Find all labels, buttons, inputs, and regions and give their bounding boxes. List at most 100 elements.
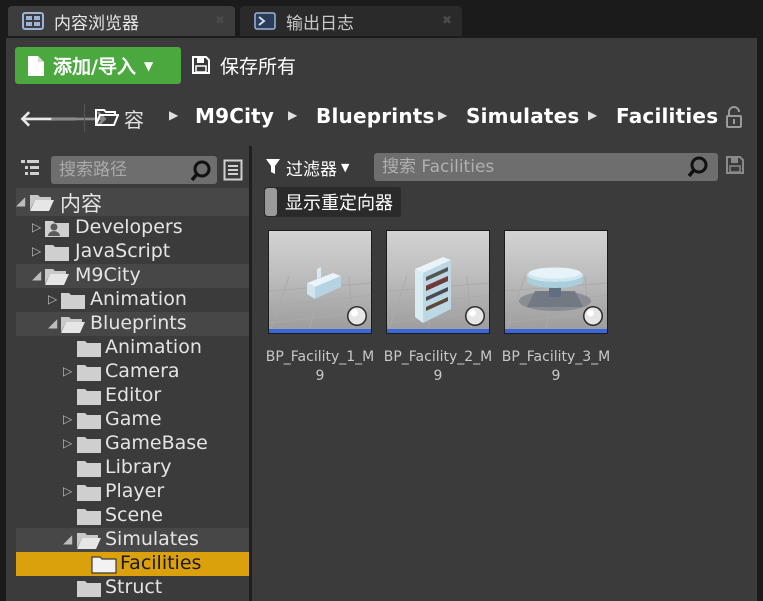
folder-icon: [61, 293, 85, 309]
tree-item-blueprints[interactable]: ◢ Blueprints: [16, 312, 249, 336]
expanded-arrow-icon[interactable]: ◢: [16, 194, 28, 208]
collapsed-arrow-icon[interactable]: ▷: [32, 220, 44, 234]
close-icon[interactable]: ✖: [215, 13, 225, 27]
tab-content-browser[interactable]: 内容浏览器 ✖: [8, 6, 235, 36]
panel-splitter[interactable]: [249, 146, 252, 601]
tree-item-m9city[interactable]: ◢ M9City: [16, 264, 249, 288]
collapsed-arrow-icon[interactable]: ▷: [63, 484, 75, 498]
tree-item-game[interactable]: ▷ Game: [16, 408, 249, 432]
divider: [84, 104, 85, 132]
chevron-right-icon[interactable]: ▶: [438, 108, 447, 122]
tree-item-scene[interactable]: Scene: [16, 504, 249, 528]
tree-item-animation[interactable]: ▷ Animation: [16, 288, 249, 312]
tree-item-developers[interactable]: ▷ Developers: [16, 216, 249, 240]
tree-item-label: Camera: [105, 360, 180, 382]
tree-item-simulates[interactable]: ◢ Simulates: [16, 528, 249, 552]
tree-item-label: Struct: [105, 576, 163, 598]
filter-icon: [266, 159, 280, 174]
tree-item-javascript[interactable]: ▷ JavaScript: [16, 240, 249, 264]
tree-search-row: [6, 150, 248, 184]
asset-name: BP_Facility_3_M9: [501, 349, 611, 384]
folder-icon: [77, 461, 101, 477]
save-all-button[interactable]: 保存所有: [192, 50, 296, 80]
save-icon: [192, 56, 210, 74]
save-search-icon[interactable]: [726, 156, 744, 174]
breadcrumb-item[interactable]: Simulates: [466, 104, 580, 128]
tree-item-content-root[interactable]: ◢ 内容: [16, 188, 249, 216]
material-sphere-icon: [583, 306, 603, 326]
folder-open-icon[interactable]: [95, 108, 119, 126]
lock-icon[interactable]: [724, 106, 744, 128]
tree-item-label: JavaScript: [75, 240, 171, 262]
folder-tree-panel: ◢ 内容 ▷ Developers ▷ JavaScript ◢ M9City …: [6, 146, 249, 601]
collapsed-arrow-icon[interactable]: ▷: [48, 292, 60, 306]
folder-open-icon: [30, 195, 54, 211]
search-assets-input[interactable]: [374, 153, 718, 181]
material-sphere-icon: [347, 306, 367, 326]
folder-icon: [77, 437, 101, 453]
tree-item-label: Player: [105, 480, 165, 502]
add-import-button[interactable]: 添加/导入 ▼: [15, 47, 181, 84]
tree-item-label: Facilities: [120, 552, 202, 574]
tree-item-label: Animation: [90, 288, 187, 310]
tree-item-label: Editor: [105, 384, 162, 406]
expanded-arrow-icon[interactable]: ◢: [48, 316, 60, 330]
filters-button[interactable]: 过滤器 ▼: [266, 154, 349, 180]
material-sphere-icon: [465, 306, 485, 326]
breadcrumb-item[interactable]: Blueprints: [316, 104, 435, 128]
tree-item-facilities[interactable]: Facilities: [16, 552, 249, 576]
tree-item-blueprints-animation[interactable]: Animation: [16, 336, 249, 360]
new-document-icon: [28, 55, 44, 76]
close-icon[interactable]: ✖: [442, 13, 452, 27]
tree-item-label: 内容: [60, 192, 102, 216]
asset-tile[interactable]: BP_Facility_2_M9: [384, 230, 492, 386]
folder-open-icon: [61, 317, 85, 333]
tree-item-gamebase[interactable]: ▷ GameBase: [16, 432, 249, 456]
toggle-knob: [265, 188, 277, 216]
folder-open-icon: [77, 533, 101, 549]
tree-item-struct[interactable]: Struct: [16, 576, 249, 600]
collapsed-arrow-icon[interactable]: ▷: [63, 436, 75, 450]
tree-item-camera[interactable]: ▷ Camera: [16, 360, 249, 384]
collapsed-arrow-icon[interactable]: ▷: [63, 412, 75, 426]
tree-item-label: GameBase: [105, 432, 208, 454]
collapsed-arrow-icon[interactable]: ▷: [32, 244, 44, 258]
tree-item-library[interactable]: Library: [16, 456, 249, 480]
chevron-right-icon[interactable]: ▶: [588, 108, 597, 122]
tree-item-editor[interactable]: Editor: [16, 384, 249, 408]
folder-icon: [77, 389, 101, 405]
expanded-arrow-icon[interactable]: ◢: [63, 532, 75, 546]
folder-icon: [77, 365, 101, 381]
tree-item-label: Library: [105, 456, 172, 478]
tree-item-label: Game: [105, 408, 162, 430]
breadcrumb-item[interactable]: Facilities: [616, 104, 718, 128]
asset-tile[interactable]: BP_Facility_3_M9: [501, 230, 611, 386]
chevron-right-icon[interactable]: ▶: [169, 108, 178, 122]
folder-icon: [77, 413, 101, 429]
asset-view: 过滤器 ▼ 显示重定向器: [258, 146, 757, 601]
tree-item-player[interactable]: ▷ Player: [16, 480, 249, 504]
show-redirectors-label: 显示重定向器: [285, 193, 393, 214]
show-redirectors-toggle[interactable]: 显示重定向器: [264, 187, 401, 217]
tree-filter-icon[interactable]: [20, 159, 40, 177]
path-bar: 🡐 🡒 容 ▶ M9City ▶ Blueprints ▶ Simulates …: [6, 96, 757, 140]
asset-tile[interactable]: BP_Facility_1_M9: [266, 230, 374, 386]
breadcrumb-item[interactable]: 容: [124, 104, 144, 133]
developers-folder-icon: [45, 221, 69, 237]
folder-icon: [77, 509, 101, 525]
chevron-down-icon: ▼: [341, 160, 350, 174]
search-icon[interactable]: [687, 156, 709, 178]
content-browser-icon: [22, 12, 44, 30]
expanded-arrow-icon[interactable]: ◢: [32, 268, 44, 282]
chevron-right-icon[interactable]: ▶: [288, 108, 297, 122]
breadcrumb-item[interactable]: M9City: [195, 104, 274, 128]
folder-icon: [77, 485, 101, 501]
view-options-icon[interactable]: [223, 159, 243, 181]
folder-icon: [77, 341, 101, 357]
tree-item-label: Scene: [105, 504, 163, 526]
collapsed-arrow-icon[interactable]: ▷: [63, 364, 75, 378]
tab-output-log[interactable]: 输出日志 ✖: [240, 6, 462, 36]
add-import-label: 添加/导入: [53, 56, 136, 78]
search-icon[interactable]: [190, 160, 212, 182]
folder-icon: [91, 556, 117, 574]
